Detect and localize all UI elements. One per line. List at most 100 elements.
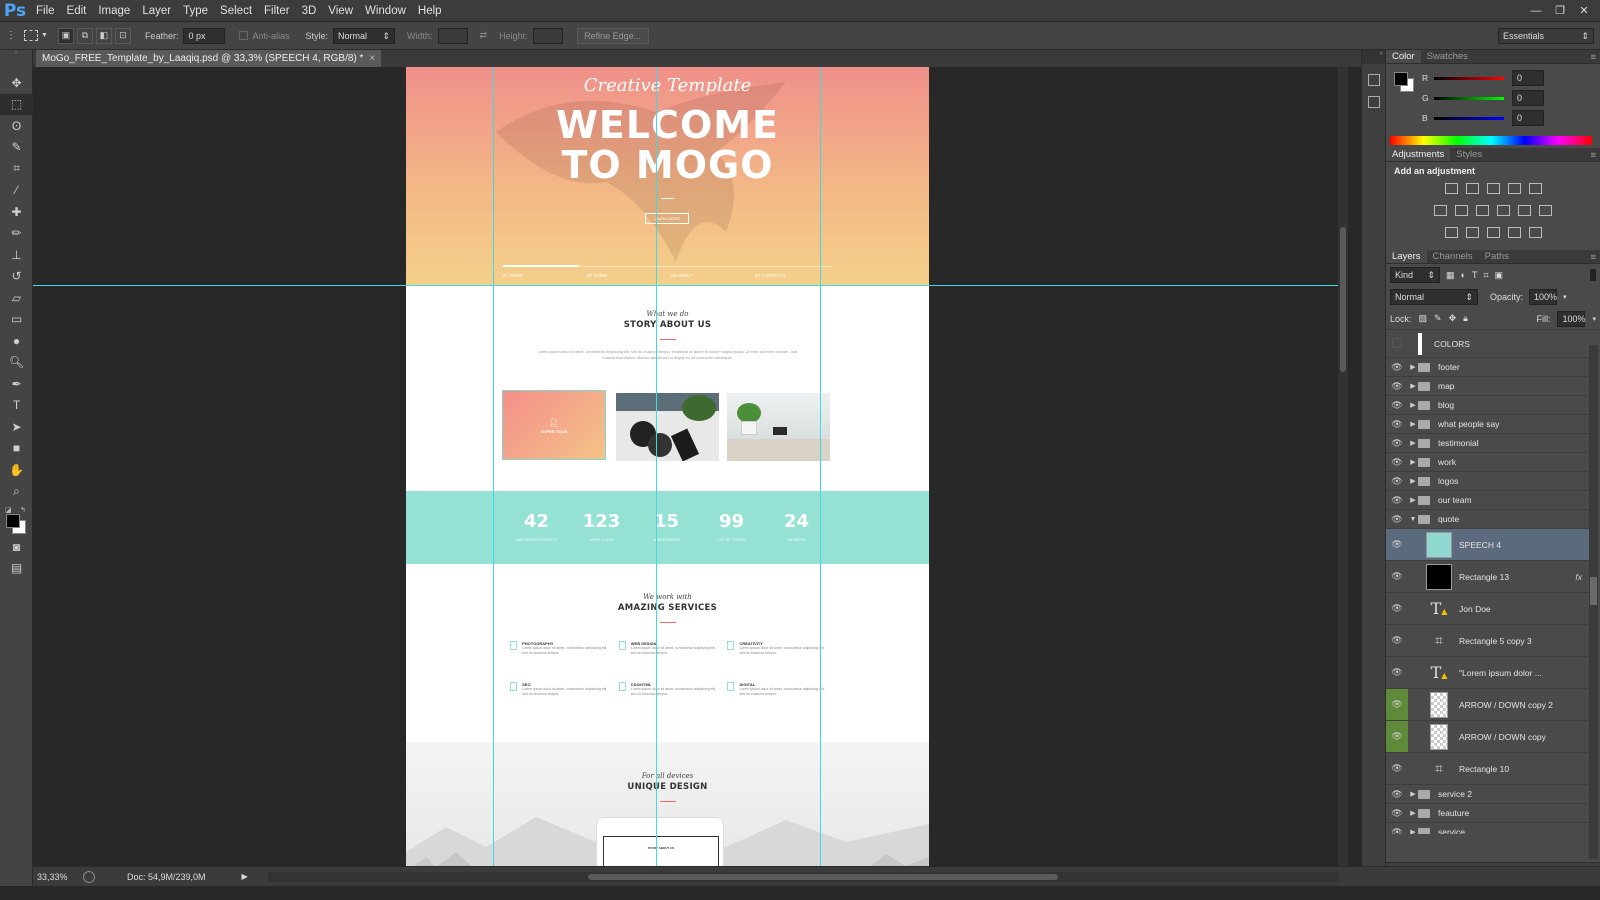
- menu-item[interactable]: Edit: [61, 0, 93, 22]
- color-balance-icon[interactable]: [1455, 205, 1468, 216]
- expand-right-icon[interactable]: ▶: [1408, 809, 1418, 817]
- filter-smart-icon[interactable]: ▣: [1495, 270, 1504, 281]
- b-input[interactable]: 0: [1512, 110, 1544, 126]
- eye-icon[interactable]: 👁︎: [1386, 657, 1408, 688]
- eye-icon[interactable]: 👁︎: [1386, 593, 1408, 624]
- layer-row[interactable]: 👁︎ Rectangle 13 fx: [1386, 561, 1590, 593]
- eye-icon[interactable]: 👁︎: [1386, 510, 1408, 528]
- document-canvas[interactable]: Creative Template WELCOME TO MOGO LEARN …: [406, 67, 929, 885]
- dodge-tool-icon[interactable]: 🔍︎: [0, 352, 33, 374]
- hero-nav-item[interactable]: 03 ABOUT: [671, 273, 755, 278]
- pen-tool-icon[interactable]: ✒: [0, 373, 33, 395]
- expand-right-icon[interactable]: ▶: [1408, 401, 1418, 409]
- move-tool-icon[interactable]: ✥: [0, 72, 33, 94]
- history-brush-tool-icon[interactable]: ↺: [0, 266, 33, 288]
- vertical-guide[interactable]: [656, 67, 657, 885]
- chevron-down-icon[interactable]: ▾: [1563, 293, 1567, 301]
- visibility-toggle[interactable]: [1386, 337, 1408, 350]
- lock-position-icon[interactable]: ✥: [1449, 313, 1457, 324]
- antialias-checkbox[interactable]: [239, 31, 249, 40]
- new-selection-icon[interactable]: ▣: [57, 27, 74, 44]
- scrollbar-thumb[interactable]: [1340, 227, 1346, 372]
- eye-icon[interactable]: 👁︎: [1386, 491, 1408, 509]
- close-tab-icon[interactable]: ×: [369, 50, 375, 67]
- eye-icon[interactable]: 👁︎: [1386, 358, 1408, 376]
- r-slider[interactable]: [1434, 76, 1504, 80]
- blur-tool-icon[interactable]: ●: [0, 330, 33, 352]
- eye-icon[interactable]: 👁︎: [1386, 377, 1408, 395]
- eye-icon[interactable]: 👁︎: [1386, 529, 1408, 560]
- color-lookup-icon[interactable]: [1539, 205, 1552, 216]
- gradient-map-icon[interactable]: [1528, 227, 1542, 238]
- eye-icon[interactable]: 👁︎: [1386, 453, 1408, 471]
- swap-icon[interactable]: ⇄: [480, 30, 488, 41]
- layer-row[interactable]: 👁︎ ▶ blog: [1386, 396, 1590, 415]
- eye-icon[interactable]: 👁︎: [1386, 415, 1408, 433]
- layer-row[interactable]: 👁︎ ▼ quote: [1386, 510, 1590, 529]
- layer-row[interactable]: COLORS: [1386, 330, 1590, 358]
- subtract-selection-icon[interactable]: ◧: [95, 27, 112, 44]
- horizontal-scrollbar[interactable]: [267, 871, 1338, 882]
- minimize-icon[interactable]: —: [1526, 4, 1546, 18]
- menu-item[interactable]: Image: [92, 0, 136, 22]
- layer-row[interactable]: 👁︎ ⌗ Rectangle 5 copy 3: [1386, 625, 1590, 657]
- layer-row[interactable]: 👁︎ ▶ work: [1386, 453, 1590, 472]
- zoom-tool-icon[interactable]: ⌕: [0, 481, 33, 503]
- horizontal-guide[interactable]: [33, 285, 1338, 286]
- hero-nav-item[interactable]: 01 INTRO: [503, 273, 587, 278]
- expand-down-icon[interactable]: ▼: [1408, 516, 1418, 523]
- fx-badge[interactable]: fx: [1575, 572, 1582, 582]
- scrollbar-thumb[interactable]: [587, 873, 1058, 880]
- tab-color[interactable]: Color: [1386, 50, 1421, 63]
- menu-item[interactable]: Layer: [136, 0, 177, 22]
- style-select[interactable]: Normal ⇕: [333, 27, 395, 44]
- menu-item[interactable]: File: [30, 0, 61, 22]
- foreground-color-swatch[interactable]: [1394, 72, 1408, 86]
- layer-row[interactable]: 👁︎ ARROW / DOWN copy 2: [1386, 689, 1590, 721]
- eye-icon[interactable]: 👁︎: [1386, 396, 1408, 414]
- expand-right-icon[interactable]: ▶: [1408, 828, 1418, 834]
- r-input[interactable]: 0: [1512, 70, 1544, 86]
- expand-right-icon[interactable]: ▶: [1408, 382, 1418, 390]
- layer-row[interactable]: 👁︎ ARROW / DOWN copy: [1386, 721, 1590, 753]
- kind-select[interactable]: Kind ⇕: [1390, 267, 1440, 283]
- layer-row[interactable]: 👁︎ ▶ feauture: [1386, 804, 1590, 823]
- layers-scrollbar[interactable]: [1589, 345, 1598, 859]
- expand-right-icon[interactable]: ▶: [1408, 363, 1418, 371]
- tab-layers[interactable]: Layers: [1386, 250, 1427, 263]
- history-icon[interactable]: [1368, 74, 1380, 86]
- tab-channels[interactable]: Channels: [1427, 250, 1479, 263]
- layer-row[interactable]: 👁︎ T▲ Jon Doe: [1386, 593, 1590, 625]
- shape-tool-icon[interactable]: ■: [0, 438, 33, 460]
- eye-icon[interactable]: 👁︎: [1386, 625, 1408, 656]
- eye-icon[interactable]: 👁︎: [1386, 472, 1408, 490]
- layer-row[interactable]: 👁︎ ▶ what people say: [1386, 415, 1590, 434]
- filter-adjust-icon[interactable]: ◐: [1461, 270, 1466, 280]
- status-info-icon[interactable]: [83, 870, 95, 883]
- feather-input[interactable]: 0 px: [183, 27, 226, 44]
- layer-row[interactable]: 👁︎ ▶ logos: [1386, 472, 1590, 491]
- layer-row[interactable]: 👁︎ ⌗ Rectangle 10: [1386, 753, 1590, 785]
- intersect-selection-icon[interactable]: ⊡: [114, 27, 131, 44]
- hero-nav-item[interactable]: 04 CONTACTS: [755, 273, 833, 278]
- panel-menu-icon[interactable]: ≡: [1590, 52, 1600, 63]
- chevron-down-icon[interactable]: ▾: [1592, 315, 1596, 323]
- vibrance-icon[interactable]: [1528, 183, 1542, 194]
- eye-icon[interactable]: 👁︎: [1386, 561, 1408, 592]
- hero-nav-item[interactable]: 02 WORK: [587, 273, 671, 278]
- invert-icon[interactable]: [1444, 227, 1458, 238]
- menu-item[interactable]: Help: [412, 0, 448, 22]
- g-input[interactable]: 0: [1512, 90, 1544, 106]
- marquee-tool-icon[interactable]: ⬚: [0, 93, 33, 115]
- layer-row[interactable]: 👁︎ SPEECH 4: [1386, 529, 1590, 561]
- menu-item[interactable]: View: [322, 0, 359, 22]
- scrollbar-thumb[interactable]: [1590, 577, 1597, 605]
- fill-input[interactable]: 100%: [1557, 310, 1586, 327]
- height-input[interactable]: [532, 27, 563, 44]
- type-tool-icon[interactable]: T: [0, 395, 33, 417]
- tab-paths[interactable]: Paths: [1479, 250, 1515, 263]
- layer-row[interactable]: 👁︎ ▶ testimonial: [1386, 434, 1590, 453]
- b-slider[interactable]: [1434, 116, 1504, 120]
- vertical-scrollbar[interactable]: [1338, 67, 1348, 885]
- refine-edge-button[interactable]: Refine Edge...: [576, 27, 649, 44]
